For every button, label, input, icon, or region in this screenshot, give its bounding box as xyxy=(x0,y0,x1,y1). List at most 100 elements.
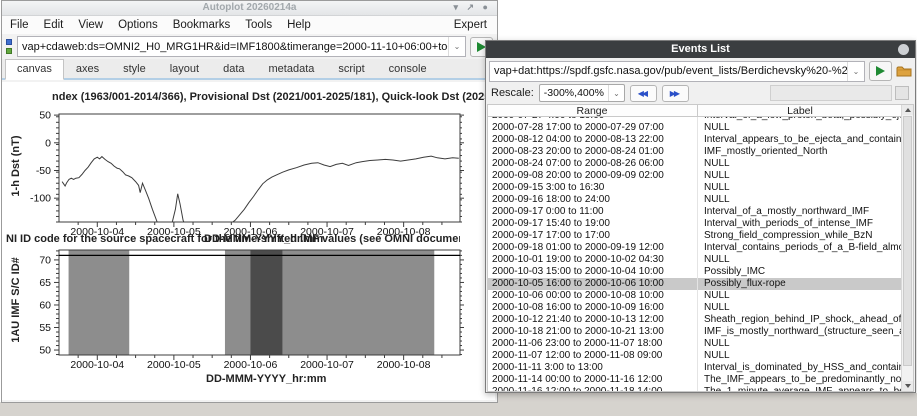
table-row[interactable]: 2000-10-01 19:00 to 2000-10-02 04:30NULL xyxy=(488,254,902,266)
cell-range[interactable]: 2000-10-06 00:00 to 2000-10-08 10:00 xyxy=(488,290,697,302)
menu-file[interactable]: File xyxy=(10,19,29,31)
aux-button[interactable] xyxy=(895,86,909,100)
tab-axes[interactable]: axes xyxy=(64,59,111,78)
uri-input[interactable]: vap+cdaweb:ds=OMNI2_H0_MRG1HR&id=IMF1800… xyxy=(17,36,466,57)
cell-label[interactable]: NULL xyxy=(697,350,902,362)
cell-range[interactable]: 2000-08-24 07:00 to 2000-08-26 06:00 xyxy=(488,158,697,170)
tab-data[interactable]: data xyxy=(211,59,256,78)
events-go-button[interactable] xyxy=(869,61,892,81)
events-uri-text[interactable]: vap+dat:https://spdf.gsfc.nasa.gov/pub/e… xyxy=(490,65,847,77)
cell-range[interactable]: 2000-09-17 17:00 to 17:00 xyxy=(488,230,697,242)
previous-event-button[interactable]: ◀◀ xyxy=(630,85,657,102)
table-row[interactable]: 2000-09-17 0:00 to 11:00Interval_of_a_mo… xyxy=(488,206,902,218)
dst-plot[interactable]: 500-50-1002000-10-042000-10-052000-10-06… xyxy=(2,94,495,240)
cell-range[interactable]: 2000-10-01 19:00 to 2000-10-02 04:30 xyxy=(488,254,697,266)
table-row[interactable]: 2000-11-07 12:00 to 2000-11-08 09:00NULL xyxy=(488,350,902,362)
cell-label[interactable]: NULL xyxy=(697,182,902,194)
tab-style[interactable]: style xyxy=(111,59,158,78)
table-row[interactable]: 2000-09-18 01:00 to 2000-09-19 12:00Inte… xyxy=(488,242,902,254)
scroll-down-button[interactable] xyxy=(902,381,913,391)
cell-label[interactable]: Interval_of_a_mostly_northward_IMF xyxy=(697,206,902,218)
cell-range[interactable]: 2000-10-05 16:00 to 2000-10-06 10:00 xyxy=(488,278,697,290)
cell-range[interactable]: 2000-08-23 20:00 to 2000-08-24 01:00 xyxy=(488,146,697,158)
table-row[interactable]: 2000-08-24 07:00 to 2000-08-26 06:00NULL xyxy=(488,158,902,170)
tab-metadata[interactable]: metadata xyxy=(257,59,327,78)
cell-label[interactable]: Possibly_flux-rope xyxy=(697,278,902,290)
menu-help[interactable]: Help xyxy=(287,19,311,31)
table-row[interactable]: 2000-10-06 00:00 to 2000-10-08 10:00NULL xyxy=(488,290,902,302)
menu-tools[interactable]: Tools xyxy=(245,19,272,31)
cell-label[interactable]: NULL xyxy=(697,194,902,206)
table-row[interactable]: 2000-09-17 17:00 to 17:00Strong_field_co… xyxy=(488,230,902,242)
tab-console[interactable]: console xyxy=(377,59,439,78)
datasource-drag-icon[interactable] xyxy=(6,39,14,54)
chevron-down-icon[interactable]: ⌄ xyxy=(608,85,624,101)
column-header-label[interactable]: Label xyxy=(697,104,902,117)
table-row[interactable]: 2000-11-14 00:00 to 2000-11-16 12:00The_… xyxy=(488,374,902,386)
column-header-range[interactable]: Range xyxy=(488,105,696,117)
cell-label[interactable]: NULL xyxy=(697,158,902,170)
events-scrollbar[interactable] xyxy=(901,105,913,391)
cell-label[interactable]: The_IMF_appears_to_be_predominantly_nort… xyxy=(697,374,902,386)
chevron-down-icon[interactable]: ⌄ xyxy=(847,62,864,81)
table-row[interactable]: 2000-09-16 18:00 to 24:00NULL xyxy=(488,194,902,206)
window-controls[interactable]: ▾ ↗ ● xyxy=(454,1,492,15)
menu-options[interactable]: Options xyxy=(118,19,158,31)
cell-range[interactable]: 2000-09-16 18:00 to 24:00 xyxy=(488,194,697,206)
table-row[interactable]: 2000-11-06 23:00 to 2000-11-07 18:00NULL xyxy=(488,338,902,350)
events-window-button[interactable] xyxy=(898,44,909,55)
cell-label[interactable]: Interval_appears_to_be_ejecta_and_contai… xyxy=(697,134,902,146)
autoplot-titlebar[interactable]: Autoplot 20260214a ▾ ↗ ● xyxy=(2,1,497,16)
table-row[interactable]: 2000-09-15 3:00 to 16:30NULL xyxy=(488,182,902,194)
cell-label[interactable]: NULL xyxy=(697,122,902,134)
cell-label[interactable]: NULL xyxy=(697,338,902,350)
spacecraft-id-plot[interactable]: 70656055502000-10-042000-10-052000-10-06… xyxy=(2,242,495,392)
table-row[interactable]: 2000-10-03 15:00 to 2000-10-04 10:00Poss… xyxy=(488,266,902,278)
cell-range[interactable]: 2000-10-03 15:00 to 2000-10-04 10:00 xyxy=(488,266,697,278)
table-row[interactable]: 2000-11-11 3:00 to 13:00Interval_is_domi… xyxy=(488,362,902,374)
table-row[interactable]: 2000-08-12 04:00 to 2000-08-13 22:00Inte… xyxy=(488,134,902,146)
cell-range[interactable]: 2000-09-17 0:00 to 11:00 xyxy=(488,206,697,218)
cell-range[interactable]: 2000-11-14 00:00 to 2000-11-16 12:00 xyxy=(488,374,697,386)
cell-label[interactable]: IMF_mostly_oriented_North xyxy=(697,146,902,158)
cell-range[interactable]: 2000-11-11 3:00 to 13:00 xyxy=(488,362,697,374)
cell-label[interactable]: Possibly_IMC xyxy=(697,266,902,278)
cell-range[interactable]: 2000-09-15 3:00 to 16:30 xyxy=(488,182,697,194)
cell-range[interactable]: 2000-08-12 04:00 to 2000-08-13 22:00 xyxy=(488,134,697,146)
cell-range[interactable]: 2000-11-16 12:00 to 2000-11-18 14:00 xyxy=(488,386,697,391)
chevron-down-icon[interactable]: ⌄ xyxy=(448,37,465,56)
scroll-up-button[interactable] xyxy=(902,105,913,115)
cell-range[interactable]: 2000-07-28 17:00 to 2000-07-29 07:00 xyxy=(488,122,697,134)
menu-bookmarks[interactable]: Bookmarks xyxy=(173,19,231,31)
cell-range[interactable]: 2000-10-18 21:00 to 2000-10-21 13:00 xyxy=(488,326,697,338)
cell-label[interactable]: NULL xyxy=(697,290,902,302)
plot-canvas[interactable]: ndex (1963/001-2014/366), Provisional Ds… xyxy=(2,82,495,400)
table-row[interactable]: 2000-09-08 20:00 to 2000-09-09 02:00NULL xyxy=(488,170,902,182)
tab-layout[interactable]: layout xyxy=(158,59,211,78)
events-titlebar[interactable]: Events List xyxy=(486,41,915,58)
cell-range[interactable]: 2000-09-18 01:00 to 2000-09-19 12:00 xyxy=(488,242,697,254)
cell-label[interactable]: Interval_contains_periods_of_a_B-field_a… xyxy=(697,242,902,254)
table-row[interactable]: 2000-10-18 21:00 to 2000-10-21 13:00IMF_… xyxy=(488,326,902,338)
cell-label[interactable]: NULL xyxy=(697,302,902,314)
cell-label[interactable]: Interval_is_dominated_by_HSS_and_contain… xyxy=(697,362,902,374)
cell-label[interactable]: Interval_with_periods_of_intense_IMF xyxy=(697,218,902,230)
cell-label[interactable]: Strong_field_compression_while_BzN xyxy=(697,230,902,242)
cell-label[interactable]: NULL xyxy=(697,170,902,182)
cell-label[interactable]: IMF_is_mostly_northward_(structure_seen_… xyxy=(697,326,902,338)
scrollbar-thumb[interactable] xyxy=(903,116,912,366)
menu-view[interactable]: View xyxy=(78,19,103,31)
table-row[interactable]: 2000-10-08 16:00 to 2000-10-09 16:00NULL xyxy=(488,302,902,314)
cell-label[interactable]: Sheath_region_behind_IP_shock,_ahead_of_… xyxy=(697,314,902,326)
cell-range[interactable]: 2000-09-17 15:40 to 19:00 xyxy=(488,218,697,230)
tab-canvas[interactable]: canvas xyxy=(5,59,64,80)
cell-label[interactable]: NULL xyxy=(697,254,902,266)
cell-label[interactable]: The_1_minute_average_IMF_appears_to_be_m… xyxy=(697,386,902,391)
cell-range[interactable]: 2000-11-07 12:00 to 2000-11-08 09:00 xyxy=(488,350,697,362)
next-event-button[interactable]: ▶▶ xyxy=(662,85,689,102)
cell-range[interactable]: 2000-10-12 21:40 to 2000-10-13 12:00 xyxy=(488,314,697,326)
expert-mode-label[interactable]: Expert xyxy=(454,19,487,31)
cell-range[interactable]: 2000-10-08 16:00 to 2000-10-09 16:00 xyxy=(488,302,697,314)
rescale-combo[interactable]: -300%,400% ⌄ xyxy=(539,84,625,102)
table-row[interactable]: 2000-10-05 16:00 to 2000-10-06 10:00Poss… xyxy=(488,278,902,290)
